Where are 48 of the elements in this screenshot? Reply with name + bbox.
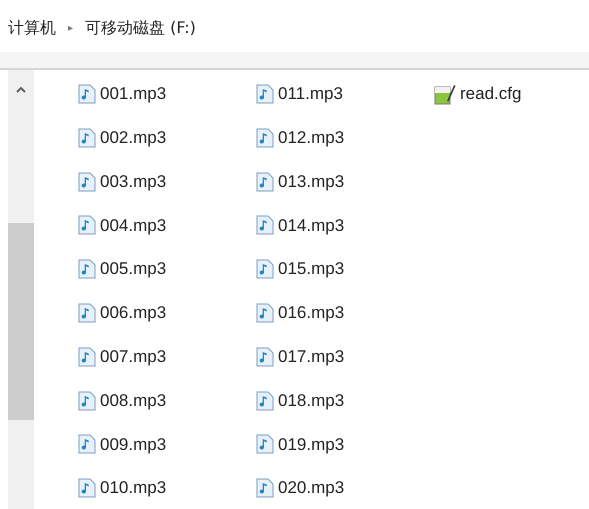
file-name[interactable]: 005.mp3 (100, 256, 166, 282)
file-name[interactable]: 004.mp3 (100, 212, 166, 238)
scroll-up-icon[interactable] (16, 86, 26, 93)
music-file-icon (78, 434, 96, 454)
file-name[interactable]: 008.mp3 (100, 388, 166, 414)
file-name[interactable]: 014.mp3 (278, 212, 344, 238)
file-name[interactable]: 018.mp3 (278, 388, 344, 414)
file-name[interactable]: 020.mp3 (278, 475, 344, 501)
file-name[interactable]: 017.mp3 (278, 344, 344, 370)
music-file-icon (78, 478, 96, 498)
scrollbar-thumb[interactable] (8, 223, 34, 420)
music-file-icon (78, 390, 96, 411)
music-file-icon (78, 215, 96, 236)
file-name[interactable]: read.cfg (460, 81, 522, 107)
breadcrumb-item[interactable]: 计算机 (8, 16, 56, 40)
file-name[interactable]: 012.mp3 (278, 125, 344, 151)
file-name[interactable]: 006.mp3 (100, 300, 166, 326)
music-file-icon (256, 390, 274, 411)
file-name[interactable]: 002.mp3 (100, 125, 166, 151)
music-file-icon (78, 172, 96, 192)
file-name[interactable]: 019.mp3 (278, 432, 344, 458)
music-file-icon (256, 259, 274, 280)
music-file-icon (256, 478, 274, 498)
breadcrumb-separator: ▸ (68, 22, 73, 36)
notepad-pencil-icon (434, 83, 456, 105)
music-file-icon (256, 434, 274, 454)
music-file-icon (78, 128, 96, 148)
file-name[interactable]: 015.mp3 (278, 256, 344, 282)
breadcrumb-item[interactable]: 可移动磁盘 (F:) (85, 16, 196, 40)
file-name[interactable]: 003.mp3 (100, 168, 166, 194)
music-file-icon (256, 302, 274, 323)
music-file-icon (78, 259, 96, 280)
music-file-icon (78, 346, 96, 367)
file-name[interactable]: 013.mp3 (278, 168, 344, 194)
file-name[interactable]: 001.mp3 (100, 81, 166, 107)
file-name[interactable]: 007.mp3 (100, 344, 166, 370)
music-file-icon (78, 84, 96, 104)
music-file-icon (256, 128, 274, 148)
music-file-icon (256, 215, 274, 236)
music-file-icon (256, 172, 274, 192)
file-name[interactable]: 016.mp3 (278, 300, 344, 326)
music-file-icon (256, 346, 274, 367)
music-file-icon (78, 302, 96, 323)
music-file-icon (256, 84, 274, 104)
file-name[interactable]: 011.mp3 (278, 81, 343, 107)
file-name[interactable]: 009.mp3 (100, 432, 166, 458)
scrollbar[interactable] (8, 70, 34, 509)
file-name[interactable]: 010.mp3 (100, 475, 166, 501)
